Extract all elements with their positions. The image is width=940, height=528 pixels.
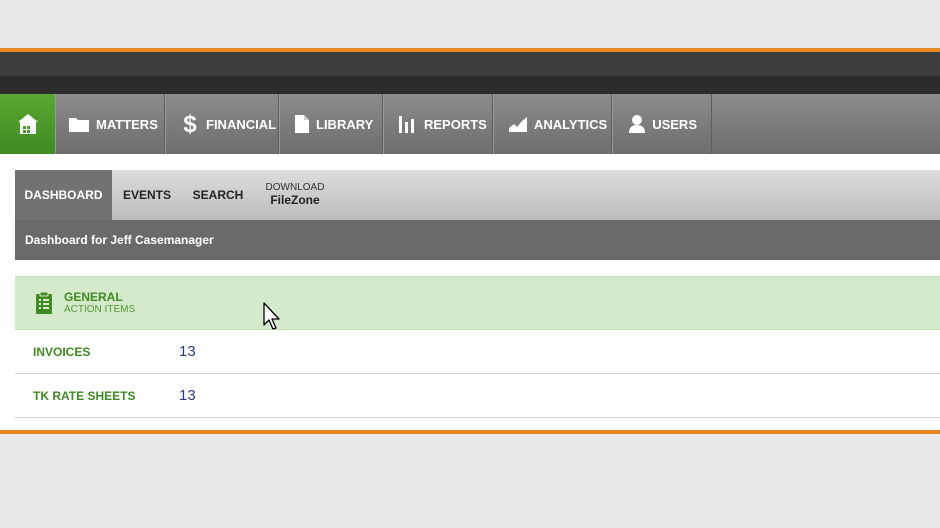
section-title: GENERAL xyxy=(64,289,123,304)
header-bar-lower xyxy=(0,76,940,94)
nav-item-label: REPORTS xyxy=(424,116,487,132)
list-item-count[interactable]: 13 xyxy=(179,387,196,404)
nav-item-label: FINANCIAL xyxy=(206,116,277,132)
clipboard-icon xyxy=(36,291,52,314)
nav-item-reports[interactable]: REPORTS xyxy=(383,94,493,154)
header-bar xyxy=(0,52,940,76)
home-button[interactable] xyxy=(0,94,55,154)
document-icon xyxy=(294,112,310,136)
tab-search[interactable]: SEARCH xyxy=(182,170,254,220)
nav-item-users[interactable]: USERS xyxy=(612,94,712,154)
list-item-label: INVOICES xyxy=(33,344,91,359)
user-icon xyxy=(627,112,646,136)
nav-item-analytics[interactable]: ANALYTICS xyxy=(493,94,612,154)
main-nav: MATTERS $ FINANCIAL LIBRARY REPORTS ANAL… xyxy=(0,94,940,154)
section-titles: GENERAL ACTION ITEMS xyxy=(64,290,135,316)
nav-item-label: MATTERS xyxy=(96,116,158,132)
list-item-tk-rate-sheets[interactable]: TK RATE SHEETS 13 xyxy=(15,374,940,418)
nav-item-label: USERS xyxy=(652,116,697,132)
mouse-cursor-icon xyxy=(263,302,280,330)
tab-events[interactable]: EVENTS xyxy=(112,170,182,220)
nav-item-financial[interactable]: $ FINANCIAL xyxy=(165,94,279,154)
sub-nav: DASHBOARD EVENTS SEARCH DOWNLOAD FileZon… xyxy=(15,170,940,220)
nav-item-matters[interactable]: MATTERS xyxy=(55,94,165,154)
bottom-accent-border xyxy=(0,430,940,434)
list-item-count[interactable]: 13 xyxy=(179,343,196,360)
filezone-label: FileZone xyxy=(270,192,320,207)
tab-download-filezone[interactable]: DOWNLOAD FileZone xyxy=(254,170,336,220)
home-icon xyxy=(17,114,38,134)
svg-text:$: $ xyxy=(183,112,197,136)
tab-dashboard[interactable]: DASHBOARD xyxy=(15,170,112,220)
bar-chart-icon xyxy=(398,112,418,136)
page-title: Dashboard for Jeff Casemanager xyxy=(15,220,940,260)
list-item-label: TK RATE SHEETS xyxy=(33,388,136,403)
dollar-icon: $ xyxy=(180,112,200,136)
area-chart-icon xyxy=(508,112,528,136)
list-item-invoices[interactable]: INVOICES 13 xyxy=(15,330,940,374)
nav-item-label: LIBRARY xyxy=(316,116,374,132)
nav-item-label: ANALYTICS xyxy=(534,116,608,132)
section-subtitle: ACTION ITEMS xyxy=(64,304,136,316)
section-header-general: GENERAL ACTION ITEMS xyxy=(15,276,940,330)
nav-item-library[interactable]: LIBRARY xyxy=(279,94,383,154)
folder-icon xyxy=(68,112,90,136)
